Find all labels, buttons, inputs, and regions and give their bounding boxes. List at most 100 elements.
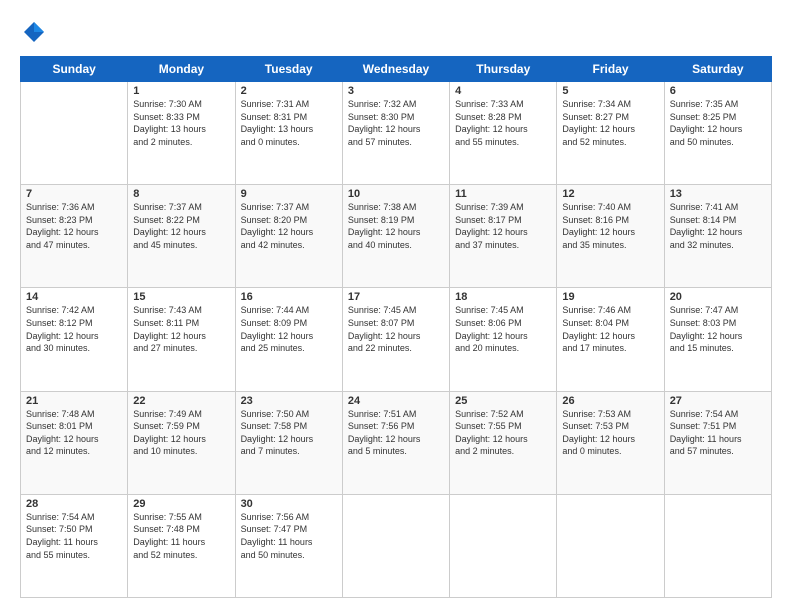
calendar-cell: 25Sunrise: 7:52 AM Sunset: 7:55 PM Dayli… (450, 391, 557, 494)
calendar-cell: 30Sunrise: 7:56 AM Sunset: 7:47 PM Dayli… (235, 494, 342, 597)
calendar-cell: 7Sunrise: 7:36 AM Sunset: 8:23 PM Daylig… (21, 185, 128, 288)
calendar-header-tuesday: Tuesday (235, 57, 342, 82)
day-info: Sunrise: 7:48 AM Sunset: 8:01 PM Dayligh… (26, 408, 122, 458)
day-info: Sunrise: 7:39 AM Sunset: 8:17 PM Dayligh… (455, 201, 551, 251)
calendar-cell: 1Sunrise: 7:30 AM Sunset: 8:33 PM Daylig… (128, 82, 235, 185)
calendar-cell: 20Sunrise: 7:47 AM Sunset: 8:03 PM Dayli… (664, 288, 771, 391)
day-info: Sunrise: 7:41 AM Sunset: 8:14 PM Dayligh… (670, 201, 766, 251)
calendar-cell: 4Sunrise: 7:33 AM Sunset: 8:28 PM Daylig… (450, 82, 557, 185)
day-info: Sunrise: 7:45 AM Sunset: 8:06 PM Dayligh… (455, 304, 551, 354)
calendar-cell: 18Sunrise: 7:45 AM Sunset: 8:06 PM Dayli… (450, 288, 557, 391)
calendar-cell: 13Sunrise: 7:41 AM Sunset: 8:14 PM Dayli… (664, 185, 771, 288)
day-number: 19 (562, 291, 658, 303)
day-number: 15 (133, 291, 229, 303)
day-info: Sunrise: 7:46 AM Sunset: 8:04 PM Dayligh… (562, 304, 658, 354)
calendar-header-row: SundayMondayTuesdayWednesdayThursdayFrid… (21, 57, 772, 82)
day-number: 12 (562, 188, 658, 200)
calendar-week-row: 14Sunrise: 7:42 AM Sunset: 8:12 PM Dayli… (21, 288, 772, 391)
day-number: 5 (562, 85, 658, 97)
day-info: Sunrise: 7:56 AM Sunset: 7:47 PM Dayligh… (241, 511, 337, 561)
calendar-cell: 8Sunrise: 7:37 AM Sunset: 8:22 PM Daylig… (128, 185, 235, 288)
calendar-week-row: 7Sunrise: 7:36 AM Sunset: 8:23 PM Daylig… (21, 185, 772, 288)
calendar-cell: 27Sunrise: 7:54 AM Sunset: 7:51 PM Dayli… (664, 391, 771, 494)
day-number: 21 (26, 395, 122, 407)
day-number: 6 (670, 85, 766, 97)
header (20, 18, 772, 46)
calendar-header-monday: Monday (128, 57, 235, 82)
calendar-cell: 3Sunrise: 7:32 AM Sunset: 8:30 PM Daylig… (342, 82, 449, 185)
calendar-cell (342, 494, 449, 597)
day-info: Sunrise: 7:30 AM Sunset: 8:33 PM Dayligh… (133, 98, 229, 148)
day-number: 9 (241, 188, 337, 200)
day-info: Sunrise: 7:42 AM Sunset: 8:12 PM Dayligh… (26, 304, 122, 354)
day-number: 14 (26, 291, 122, 303)
calendar-cell: 23Sunrise: 7:50 AM Sunset: 7:58 PM Dayli… (235, 391, 342, 494)
calendar-cell: 28Sunrise: 7:54 AM Sunset: 7:50 PM Dayli… (21, 494, 128, 597)
calendar-cell: 19Sunrise: 7:46 AM Sunset: 8:04 PM Dayli… (557, 288, 664, 391)
calendar-week-row: 1Sunrise: 7:30 AM Sunset: 8:33 PM Daylig… (21, 82, 772, 185)
calendar-cell: 15Sunrise: 7:43 AM Sunset: 8:11 PM Dayli… (128, 288, 235, 391)
day-number: 2 (241, 85, 337, 97)
day-number: 7 (26, 188, 122, 200)
day-number: 8 (133, 188, 229, 200)
day-number: 17 (348, 291, 444, 303)
day-number: 29 (133, 498, 229, 510)
day-number: 26 (562, 395, 658, 407)
calendar-cell: 26Sunrise: 7:53 AM Sunset: 7:53 PM Dayli… (557, 391, 664, 494)
day-info: Sunrise: 7:33 AM Sunset: 8:28 PM Dayligh… (455, 98, 551, 148)
day-number: 18 (455, 291, 551, 303)
day-info: Sunrise: 7:36 AM Sunset: 8:23 PM Dayligh… (26, 201, 122, 251)
calendar-cell (557, 494, 664, 597)
calendar-header-saturday: Saturday (664, 57, 771, 82)
logo (20, 18, 52, 46)
calendar-header-wednesday: Wednesday (342, 57, 449, 82)
day-info: Sunrise: 7:31 AM Sunset: 8:31 PM Dayligh… (241, 98, 337, 148)
day-number: 30 (241, 498, 337, 510)
calendar-cell: 6Sunrise: 7:35 AM Sunset: 8:25 PM Daylig… (664, 82, 771, 185)
day-info: Sunrise: 7:37 AM Sunset: 8:20 PM Dayligh… (241, 201, 337, 251)
day-info: Sunrise: 7:45 AM Sunset: 8:07 PM Dayligh… (348, 304, 444, 354)
calendar-cell: 17Sunrise: 7:45 AM Sunset: 8:07 PM Dayli… (342, 288, 449, 391)
calendar-cell: 5Sunrise: 7:34 AM Sunset: 8:27 PM Daylig… (557, 82, 664, 185)
calendar-week-row: 28Sunrise: 7:54 AM Sunset: 7:50 PM Dayli… (21, 494, 772, 597)
day-number: 28 (26, 498, 122, 510)
calendar-cell: 21Sunrise: 7:48 AM Sunset: 8:01 PM Dayli… (21, 391, 128, 494)
day-info: Sunrise: 7:50 AM Sunset: 7:58 PM Dayligh… (241, 408, 337, 458)
calendar-cell: 11Sunrise: 7:39 AM Sunset: 8:17 PM Dayli… (450, 185, 557, 288)
day-number: 3 (348, 85, 444, 97)
day-info: Sunrise: 7:52 AM Sunset: 7:55 PM Dayligh… (455, 408, 551, 458)
calendar-table: SundayMondayTuesdayWednesdayThursdayFrid… (20, 56, 772, 598)
day-info: Sunrise: 7:54 AM Sunset: 7:51 PM Dayligh… (670, 408, 766, 458)
day-info: Sunrise: 7:37 AM Sunset: 8:22 PM Dayligh… (133, 201, 229, 251)
calendar-header-friday: Friday (557, 57, 664, 82)
calendar-cell: 16Sunrise: 7:44 AM Sunset: 8:09 PM Dayli… (235, 288, 342, 391)
day-number: 24 (348, 395, 444, 407)
day-number: 22 (133, 395, 229, 407)
logo-icon (20, 18, 48, 46)
day-number: 27 (670, 395, 766, 407)
calendar-header-thursday: Thursday (450, 57, 557, 82)
calendar-cell (664, 494, 771, 597)
day-info: Sunrise: 7:53 AM Sunset: 7:53 PM Dayligh… (562, 408, 658, 458)
day-number: 10 (348, 188, 444, 200)
day-info: Sunrise: 7:54 AM Sunset: 7:50 PM Dayligh… (26, 511, 122, 561)
day-number: 16 (241, 291, 337, 303)
day-number: 11 (455, 188, 551, 200)
day-number: 13 (670, 188, 766, 200)
day-info: Sunrise: 7:35 AM Sunset: 8:25 PM Dayligh… (670, 98, 766, 148)
day-number: 20 (670, 291, 766, 303)
day-info: Sunrise: 7:34 AM Sunset: 8:27 PM Dayligh… (562, 98, 658, 148)
calendar-cell: 14Sunrise: 7:42 AM Sunset: 8:12 PM Dayli… (21, 288, 128, 391)
day-info: Sunrise: 7:49 AM Sunset: 7:59 PM Dayligh… (133, 408, 229, 458)
day-info: Sunrise: 7:43 AM Sunset: 8:11 PM Dayligh… (133, 304, 229, 354)
day-number: 25 (455, 395, 551, 407)
calendar-cell: 9Sunrise: 7:37 AM Sunset: 8:20 PM Daylig… (235, 185, 342, 288)
day-info: Sunrise: 7:32 AM Sunset: 8:30 PM Dayligh… (348, 98, 444, 148)
day-info: Sunrise: 7:44 AM Sunset: 8:09 PM Dayligh… (241, 304, 337, 354)
calendar-cell: 22Sunrise: 7:49 AM Sunset: 7:59 PM Dayli… (128, 391, 235, 494)
day-info: Sunrise: 7:55 AM Sunset: 7:48 PM Dayligh… (133, 511, 229, 561)
calendar-cell: 2Sunrise: 7:31 AM Sunset: 8:31 PM Daylig… (235, 82, 342, 185)
calendar-week-row: 21Sunrise: 7:48 AM Sunset: 8:01 PM Dayli… (21, 391, 772, 494)
calendar-cell: 29Sunrise: 7:55 AM Sunset: 7:48 PM Dayli… (128, 494, 235, 597)
day-number: 23 (241, 395, 337, 407)
